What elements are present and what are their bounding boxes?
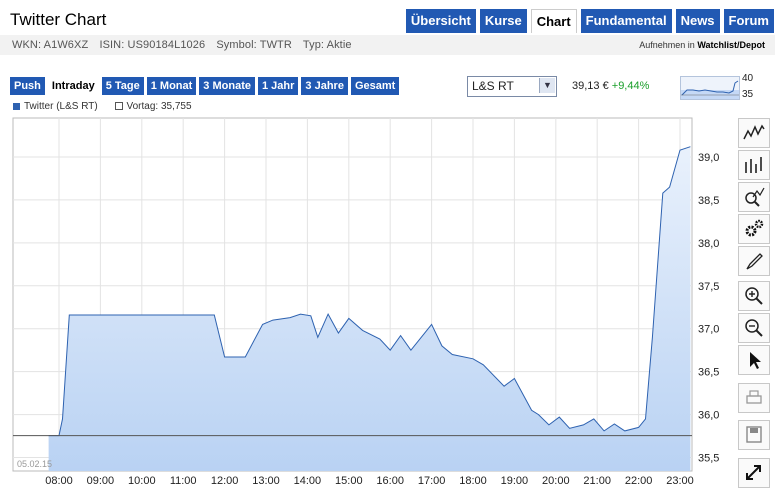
y-tick-label: 35,5 (698, 453, 719, 465)
x-tick-label: 13:00 (252, 475, 280, 487)
main-nav: Übersicht Kurse Chart Fundamental News F… (405, 9, 774, 33)
settings-button[interactable] (738, 214, 770, 244)
nav-chart[interactable]: Chart (530, 9, 577, 33)
x-tick-label: 08:00 (45, 475, 73, 487)
page-title: Twitter Chart (10, 10, 107, 29)
tab-gesamt[interactable]: Gesamt (350, 77, 400, 95)
y-tick-label: 38,0 (698, 238, 719, 250)
tab-intraday[interactable]: Intraday (47, 77, 99, 95)
zoom-in-icon (745, 287, 763, 305)
wkn-label: WKN: A1W6XZ (12, 39, 89, 51)
line-chart-button[interactable] (738, 118, 770, 148)
expand-icon (746, 465, 761, 480)
zoom-out-button[interactable] (738, 313, 770, 343)
tab-1-jahr[interactable]: 1 Jahr (257, 77, 299, 95)
mini-chart[interactable] (680, 76, 740, 100)
legend-series-label: Twitter (L&S RT) (24, 101, 98, 112)
pointer-button[interactable] (738, 345, 770, 375)
x-tick-label: 21:00 (583, 475, 611, 487)
tab-3-jahre[interactable]: 3 Jahre (301, 77, 348, 95)
legend-prev-swatch (114, 102, 123, 111)
tab-3-monate[interactable]: 3 Monate (199, 77, 255, 95)
quote-price: 39,13 € (572, 80, 609, 92)
legend-prev-label: Vortag: 35,755 (126, 101, 192, 112)
x-tick-label: 09:00 (87, 475, 115, 487)
settings-icon (745, 219, 764, 237)
x-tick-label: 12:00 (211, 475, 239, 487)
legend-series-swatch (13, 102, 20, 110)
add-prefix: Aufnehmen in (639, 40, 695, 50)
x-tick-label: 23:00 (666, 475, 694, 487)
legend-series: Twitter (L&S RT) (13, 101, 98, 112)
ohlc-chart-icon (745, 157, 762, 173)
quote-change: +9,44% (611, 80, 650, 92)
x-tick-label: 19:00 (501, 475, 529, 487)
quote-display: 39,13 € +9,44% (572, 80, 649, 92)
y-tick-label: 37,5 (698, 281, 719, 293)
line-chart-icon (743, 124, 765, 140)
security-info-bar: WKN: A1W6XZ ISIN: US90184L1026 Symbol: T… (0, 35, 775, 55)
y-tick-label: 37,0 (698, 324, 719, 336)
indicator-button[interactable] (738, 182, 770, 212)
mini-chart-low: 35 (742, 89, 754, 100)
draw-icon (746, 253, 763, 270)
chart-legend: Twitter (L&S RT) Vortag: 35,755 (13, 101, 206, 112)
tab-push[interactable]: Push (10, 77, 45, 95)
zoom-in-button[interactable] (738, 281, 770, 311)
chevron-down-icon: ▼ (539, 78, 555, 93)
y-tick-label: 36,0 (698, 410, 719, 422)
y-tick-label: 38,5 (698, 195, 719, 207)
x-tick-label: 14:00 (294, 475, 322, 487)
x-tick-label: 11:00 (170, 475, 197, 487)
exchange-select[interactable]: L&S RT ▼ (467, 76, 557, 97)
x-tick-label: 17:00 (418, 475, 446, 487)
indicator-icon (745, 187, 765, 207)
print-button[interactable] (738, 383, 770, 413)
symbol-label: Symbol: TWTR (216, 39, 292, 51)
chart-date: 05.02.15 (17, 459, 53, 469)
nav-forum[interactable]: Forum (723, 9, 774, 33)
x-tick-label: 18:00 (459, 475, 487, 487)
tab-5-tage[interactable]: 5 Tage (101, 77, 144, 95)
x-tick-label: 10:00 (128, 475, 156, 487)
mini-chart-graphic (681, 80, 739, 99)
ohlc-chart-button[interactable] (738, 150, 770, 180)
mini-chart-high: 40 (742, 73, 754, 84)
isin-label: ISIN: US90184L1026 (99, 39, 206, 51)
print-icon (746, 390, 762, 404)
y-tick-label: 39,0 (698, 152, 719, 164)
nav-kurse[interactable]: Kurse (479, 9, 527, 33)
y-tick-label: 36,5 (698, 367, 719, 379)
watchlist-link[interactable]: Watchlist/Depot (697, 40, 765, 50)
nav-uebersicht[interactable]: Übersicht (405, 9, 476, 33)
legend-prev: Vortag: 35,755 (114, 101, 192, 112)
draw-button[interactable] (738, 246, 770, 276)
nav-fundamental[interactable]: Fundamental (580, 9, 672, 33)
save-icon (746, 426, 762, 443)
zoom-out-icon (745, 319, 763, 337)
type-label: Typ: Aktie (302, 39, 352, 51)
x-tick-label: 16:00 (376, 475, 404, 487)
expand-button[interactable] (738, 458, 770, 488)
x-tick-label: 22:00 (625, 475, 653, 487)
price-chart[interactable]: 08:00 09:00 10:00 11:00 12:00 13:00 14:00 15:00… (0, 114, 735, 488)
timeframe-tabs: Push Intraday 5 Tage 1 Monat 3 Monate 1 … (10, 77, 400, 95)
exchange-select-value: L&S RT (472, 79, 514, 93)
x-tick-label: 20:00 (542, 475, 570, 487)
save-button[interactable] (738, 420, 770, 450)
pointer-icon (750, 352, 761, 369)
nav-news[interactable]: News (675, 9, 720, 33)
x-tick-label: 15:00 (335, 475, 363, 487)
tab-1-monat[interactable]: 1 Monat (146, 77, 197, 95)
